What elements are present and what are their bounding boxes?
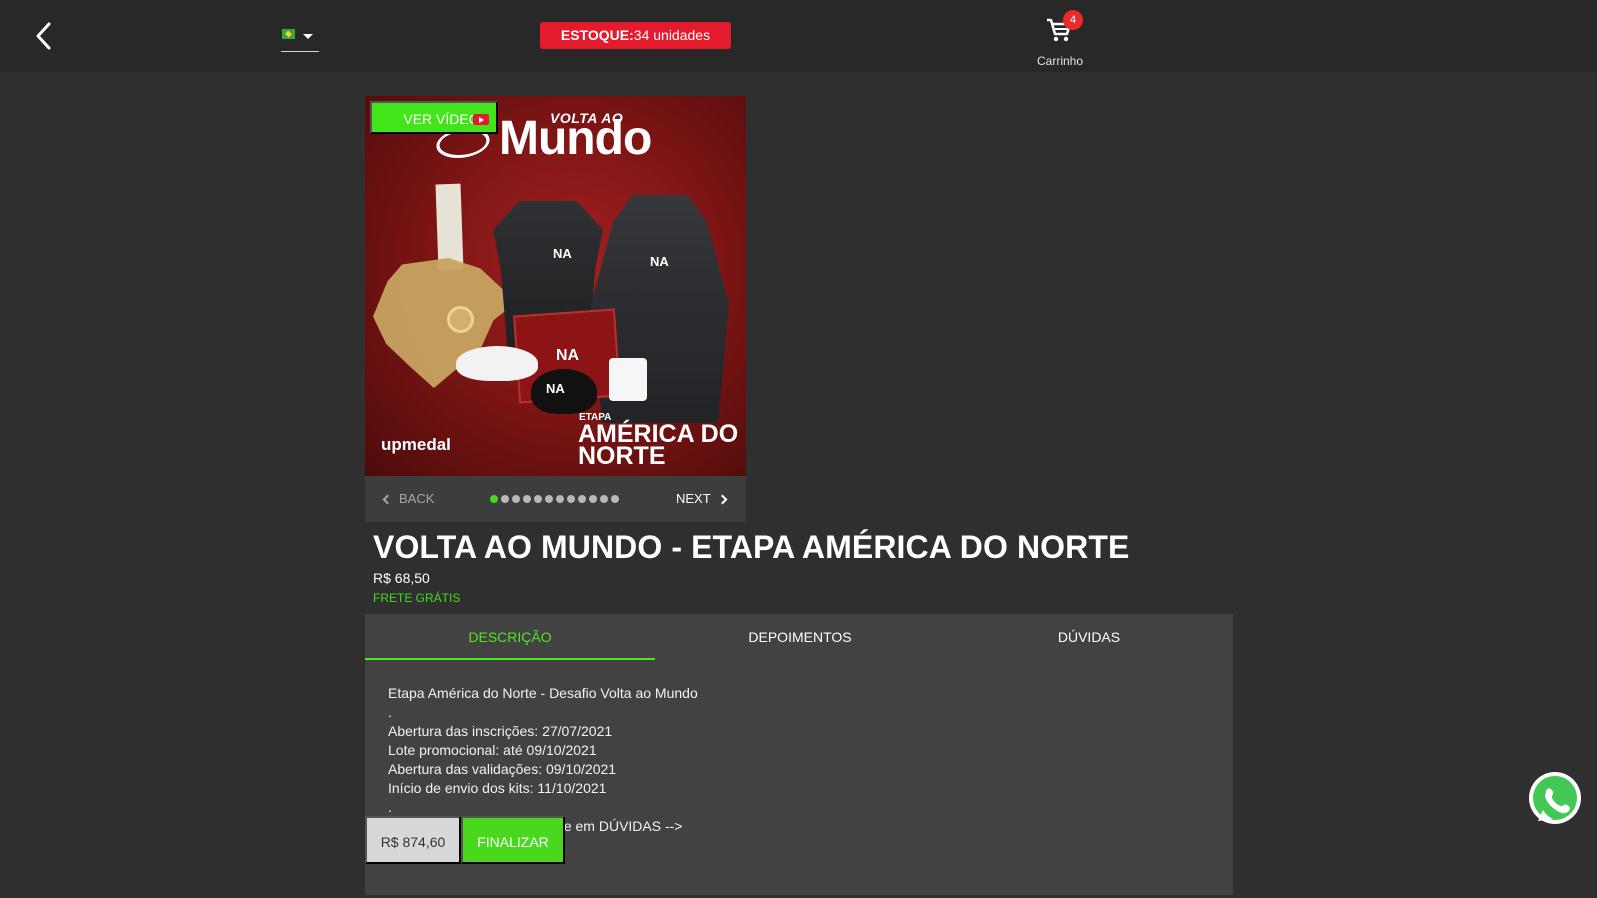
product-title: VOLTA AO MUNDO - ETAPA AMÉRICA DO NORTE	[373, 529, 1130, 565]
carousel-dot[interactable]	[611, 495, 619, 503]
chevron-left-icon	[382, 494, 393, 505]
tab-testimonials[interactable]: DEPOIMENTOS	[655, 614, 945, 660]
back-arrow-icon[interactable]	[30, 20, 58, 52]
carousel-dots	[490, 495, 619, 503]
description-line: .	[388, 704, 392, 720]
carousel-back-label: BACK	[399, 491, 435, 506]
shirt-na-mark: NA	[553, 246, 572, 261]
white-cap	[456, 346, 538, 381]
product-brand-main-text: Mundo	[499, 112, 652, 165]
carousel-dot[interactable]	[600, 495, 608, 503]
jacket-na-mark: NA	[650, 254, 669, 269]
checkout-total-button[interactable]: R$ 874,60	[365, 816, 461, 864]
carousel-dot[interactable]	[578, 495, 586, 503]
pillow-na-mark: NA	[556, 347, 580, 364]
stock-badge: ESTOQUE:34 unidades	[540, 22, 731, 49]
carousel-next-button[interactable]: NEXT	[676, 491, 728, 506]
top-navigation-bar: ESTOQUE:34 unidades 4 Carrinho	[0, 0, 1597, 72]
description-line: .	[388, 799, 392, 815]
carousel-next-label: NEXT	[676, 491, 711, 506]
youtube-icon	[473, 114, 489, 125]
cart-count-badge: 4	[1063, 10, 1083, 30]
language-selector[interactable]	[281, 25, 319, 52]
medal-ribbon	[435, 183, 464, 271]
cart-button[interactable]: 4 Carrinho	[1030, 10, 1090, 70]
product-tabs: DESCRIÇÃO DEPOIMENTOS DÚVIDAS	[365, 614, 1233, 660]
carousel-dot[interactable]	[556, 495, 564, 503]
description-line: Início de envio dos kits: 11/10/2021	[388, 780, 607, 796]
stock-value: 34 unidades	[633, 27, 711, 43]
chevron-right-icon	[717, 494, 728, 505]
stock-label: ESTOQUE:	[560, 27, 634, 43]
carousel-dot[interactable]	[534, 495, 542, 503]
description-line: Abertura das validações: 09/10/2021	[388, 761, 617, 777]
watch-video-label: VER VÍDEO	[403, 111, 480, 127]
product-description: Etapa América do Norte - Desafio Volta a…	[388, 684, 1198, 836]
carousel-dot[interactable]	[523, 495, 531, 503]
carousel-dot[interactable]	[589, 495, 597, 503]
free-shipping-label: FRETE GRÁTIS	[373, 591, 461, 605]
stage-title-image-text: AMÉRICA DO NORTE	[578, 420, 739, 470]
tab-description[interactable]: DESCRIÇÃO	[365, 614, 655, 660]
cap-na-mark: NA	[546, 381, 565, 396]
white-mug	[609, 358, 647, 401]
tab-questions[interactable]: DÚVIDAS	[945, 614, 1233, 660]
watch-video-button[interactable]: VER VÍDEO	[370, 101, 498, 134]
product-image-carousel-slide[interactable]: VER VÍDEO VOLTA AO Mundo NA NA NA NA ETA…	[365, 96, 746, 476]
cart-label: Carrinho	[1036, 54, 1084, 68]
product-image-carousel-controls: BACK NEXT	[365, 476, 746, 522]
description-line: Etapa América do Norte - Desafio Volta a…	[388, 685, 698, 701]
carousel-dot[interactable]	[490, 495, 498, 503]
chevron-down-icon	[303, 34, 313, 39]
brazil-flag-icon	[282, 29, 295, 39]
carousel-dot[interactable]	[501, 495, 509, 503]
carousel-dot[interactable]	[512, 495, 520, 503]
medal-emblem	[447, 306, 474, 333]
carousel-dot[interactable]	[545, 495, 553, 503]
finalize-purchase-button[interactable]: FINALIZAR	[461, 816, 565, 864]
description-line: Abertura das inscrições: 27/07/2021	[388, 723, 613, 739]
whatsapp-icon[interactable]	[1526, 769, 1584, 827]
carousel-back-button[interactable]: BACK	[382, 491, 435, 506]
product-price: R$ 68,50	[373, 570, 430, 586]
description-line: Lote promocional: até 09/10/2021	[388, 742, 597, 758]
carousel-dot[interactable]	[567, 495, 575, 503]
upmedal-logo-text: upmedal	[381, 435, 451, 454]
